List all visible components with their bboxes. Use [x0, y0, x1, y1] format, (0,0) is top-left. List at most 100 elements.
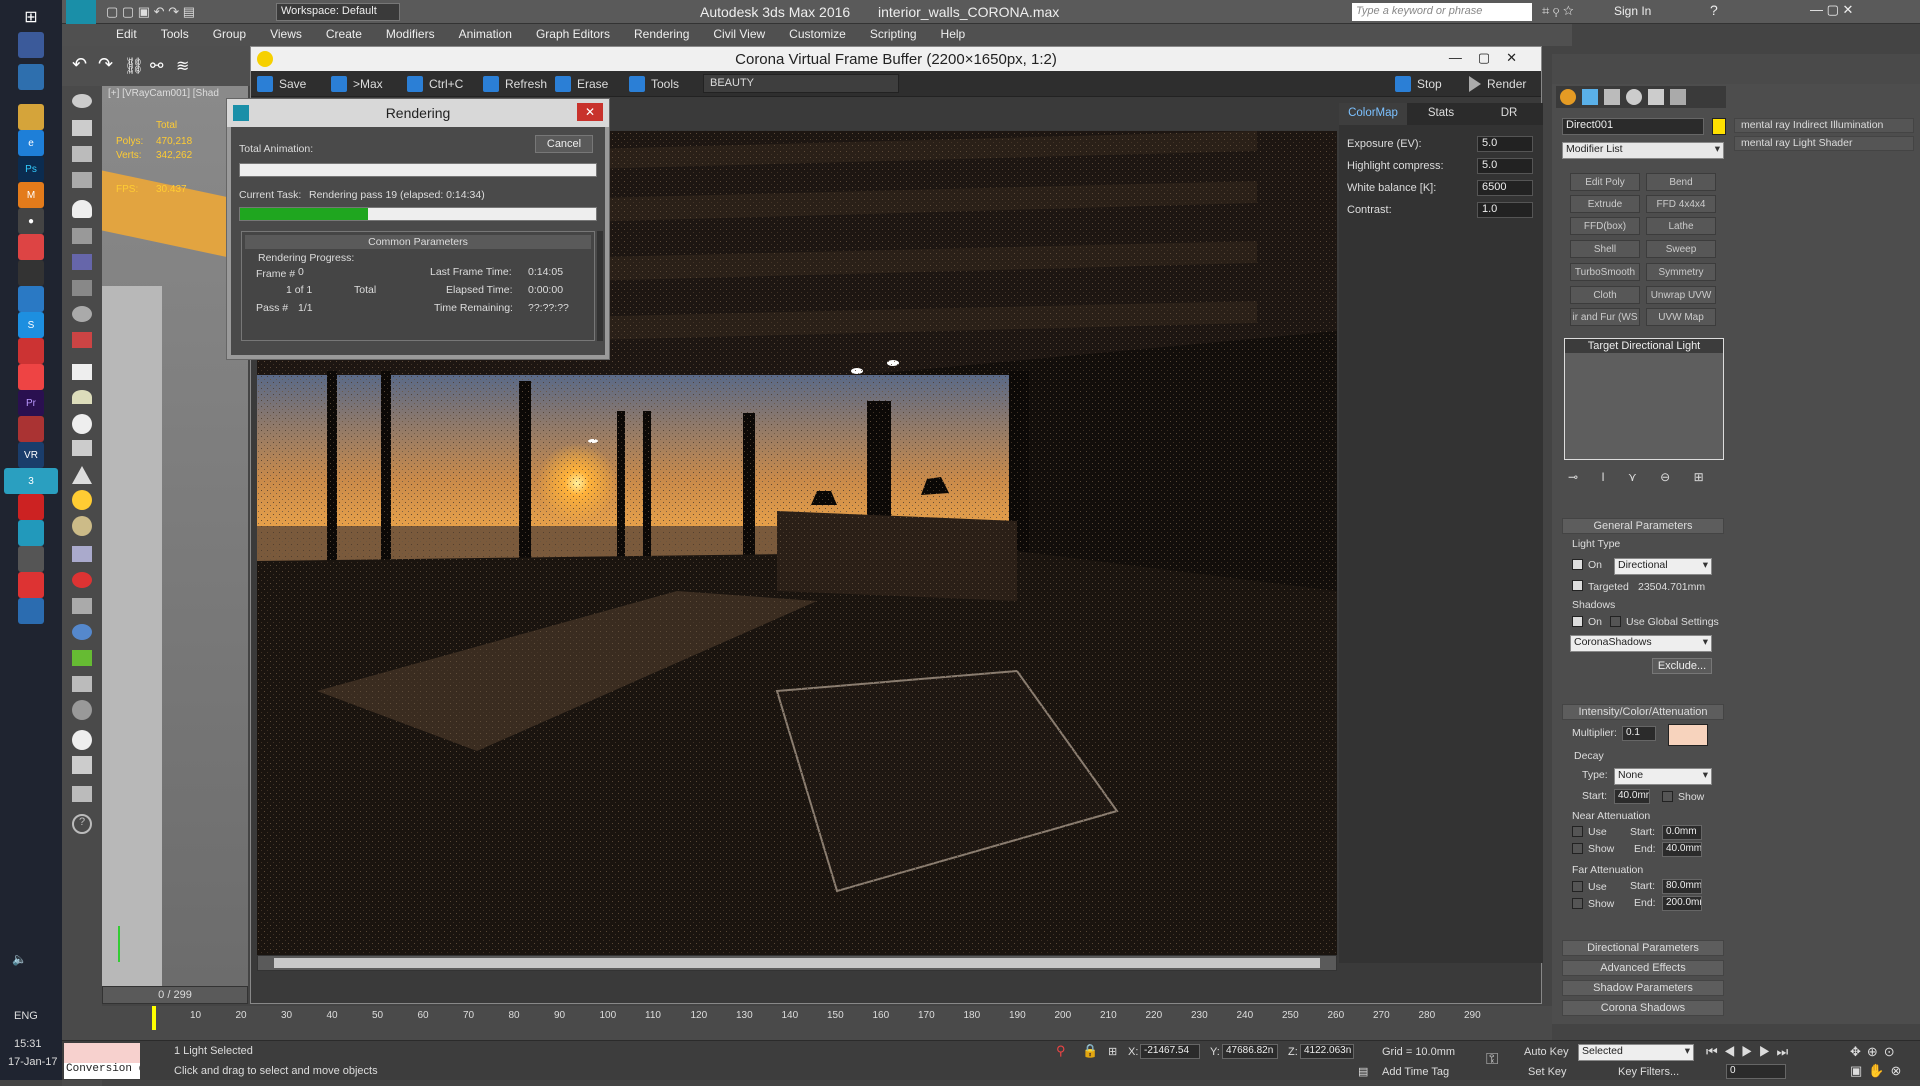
taskbar-app-icon[interactable]: [18, 364, 44, 390]
vray-icon[interactable]: VR: [18, 442, 44, 468]
absolute-mode-icon[interactable]: ⊞: [1108, 1045, 1117, 1058]
targeted-checkbox[interactable]: [1572, 580, 1583, 591]
sphere-icon[interactable]: [72, 516, 92, 536]
rollout-advanced-effects[interactable]: Advanced Effects: [1562, 960, 1724, 976]
tool-icon[interactable]: [72, 546, 92, 562]
refresh-button[interactable]: Refresh: [483, 75, 547, 93]
exclude-button[interactable]: Exclude...: [1652, 658, 1712, 674]
undo-icon[interactable]: ↶: [72, 54, 87, 75]
stack-controls[interactable]: ⊸ I ⋎ ⊖ ⊞: [1568, 470, 1724, 486]
key-filters-button[interactable]: Key Filters...: [1618, 1066, 1679, 1078]
help-toolbar-icons[interactable]: ⌗ ⚲ ☆: [1542, 3, 1574, 19]
cone-icon[interactable]: [72, 466, 92, 484]
tool-icon[interactable]: [72, 572, 92, 588]
render-setup-icon[interactable]: [72, 120, 92, 136]
calculator-icon[interactable]: [72, 756, 92, 774]
vfb-window-controls[interactable]: —▢✕: [1449, 50, 1533, 66]
modifier-button[interactable]: Unwrap UVW: [1646, 286, 1716, 304]
decay-start-field[interactable]: 40.0mr: [1614, 789, 1650, 804]
language-indicator[interactable]: ENG: [14, 1010, 38, 1022]
tool-icon[interactable]: [72, 306, 92, 322]
sign-in-button[interactable]: Sign In: [1614, 4, 1651, 18]
redo-icon[interactable]: ↷: [98, 54, 113, 75]
taskbar-app-icon[interactable]: [18, 338, 44, 364]
far-show-checkbox[interactable]: [1572, 898, 1583, 909]
tab-stats[interactable]: Stats: [1407, 103, 1475, 125]
light-on-checkbox[interactable]: [1572, 559, 1583, 570]
contrast-field[interactable]: 1.0: [1477, 202, 1533, 218]
common-parameters-rollout[interactable]: Common Parameters: [245, 235, 591, 249]
dialog-scrollbar[interactable]: [597, 231, 603, 341]
time-tag-icon[interactable]: ▤: [1358, 1065, 1368, 1078]
rollout-intensity[interactable]: Intensity/Color/Attenuation: [1562, 704, 1724, 720]
menu-tools[interactable]: Tools: [161, 27, 189, 41]
far-start-field[interactable]: 80.0mm: [1662, 879, 1702, 894]
plane-icon[interactable]: [72, 364, 92, 380]
light-bulb-icon[interactable]: [72, 200, 92, 218]
decay-show-checkbox[interactable]: [1662, 791, 1673, 802]
lock-icon[interactable]: 🔒: [1082, 1043, 1098, 1059]
shadow-type-dropdown[interactable]: CoronaShadows: [1570, 635, 1712, 652]
decay-type-dropdown[interactable]: None: [1614, 768, 1712, 785]
taskbar-app-icon[interactable]: [18, 286, 44, 312]
taskbar-app-icon[interactable]: [18, 260, 44, 286]
key-icon[interactable]: ⚿: [1486, 1051, 1498, 1069]
light-type-dropdown[interactable]: Directional: [1614, 558, 1712, 575]
sphere-icon[interactable]: [72, 414, 92, 434]
rollout-corona-shadows[interactable]: Corona Shadows: [1562, 1000, 1724, 1016]
stack-item[interactable]: Target Directional Light: [1565, 339, 1723, 353]
menu-help[interactable]: Help: [941, 27, 966, 41]
key-set-dropdown[interactable]: Selected: [1578, 1044, 1694, 1061]
menu-scripting[interactable]: Scripting: [870, 27, 917, 41]
speaker-icon[interactable]: 🔈: [12, 952, 27, 966]
folder-icon[interactable]: [18, 104, 44, 130]
object-name-field[interactable]: Direct001: [1562, 118, 1704, 135]
menu-modifiers[interactable]: Modifiers: [386, 27, 435, 41]
erase-button[interactable]: Erase: [555, 75, 608, 93]
taskbar-app-icon[interactable]: [18, 572, 44, 598]
timeline[interactable]: 10 20 30 40 50 60 70 80 90 100 110 120 130 140 150 160 1…: [102, 1006, 1552, 1040]
rollout-mr-light-shader[interactable]: mental ray Light Shader: [1734, 136, 1914, 151]
menu-edit[interactable]: Edit: [116, 27, 137, 41]
menu-group[interactable]: Group: [213, 27, 246, 41]
modifier-stack[interactable]: Target Directional Light: [1564, 338, 1724, 460]
photoshop-icon[interactable]: Ps: [18, 156, 44, 182]
isolate-icon[interactable]: ⚲: [1056, 1043, 1066, 1059]
taskbar-app-icon[interactable]: [18, 416, 44, 442]
navigation-controls[interactable]: ✥⊕⊙: [1850, 1044, 1901, 1060]
create-tab-icon[interactable]: [1560, 89, 1576, 105]
tool-icon[interactable]: [72, 228, 92, 244]
save-button[interactable]: Save: [257, 75, 306, 93]
taskbar-app-icon[interactable]: [18, 520, 44, 546]
utilities-tab-icon[interactable]: [1670, 89, 1686, 105]
horizontal-scrollbar[interactable]: [257, 955, 1337, 971]
use-global-checkbox[interactable]: [1610, 616, 1621, 627]
workspace-dropdown[interactable]: Workspace: Default: [276, 3, 400, 21]
cancel-button[interactable]: Cancel: [535, 135, 593, 153]
unlink-icon[interactable]: ⚯: [150, 56, 163, 76]
viewport-label[interactable]: [+] [VRayCam001] [Shad: [108, 88, 219, 99]
dome-icon[interactable]: [72, 390, 92, 404]
teapot-icon[interactable]: [72, 94, 92, 108]
object-color-swatch[interactable]: [1712, 118, 1726, 135]
modifier-button[interactable]: Lathe: [1646, 217, 1716, 235]
near-start-field[interactable]: 0.0mm: [1662, 825, 1702, 840]
bind-spacewarp-icon[interactable]: ≋: [176, 56, 189, 76]
menu-civil-view[interactable]: Civil View: [713, 27, 765, 41]
copy-button[interactable]: Ctrl+C: [407, 75, 463, 93]
3dsmax-taskbar-icon[interactable]: 3: [4, 468, 58, 494]
modifier-button[interactable]: Edit Poly: [1570, 173, 1640, 191]
far-end-field[interactable]: 200.0mr: [1662, 896, 1702, 911]
render-element-dropdown[interactable]: BEAUTY: [703, 74, 899, 93]
rollout-general-parameters[interactable]: General Parameters: [1562, 518, 1724, 534]
y-coordinate-field[interactable]: 47686.82n: [1222, 1044, 1278, 1059]
search-input[interactable]: Type a keyword or phrase: [1352, 3, 1532, 21]
set-key-button[interactable]: Set Key: [1528, 1066, 1567, 1078]
near-show-checkbox[interactable]: [1572, 843, 1583, 854]
auto-key-button[interactable]: Auto Key: [1524, 1046, 1569, 1058]
shadows-on-checkbox[interactable]: [1572, 616, 1583, 627]
modifier-button[interactable]: Cloth: [1570, 286, 1640, 304]
add-time-tag[interactable]: Add Time Tag: [1382, 1066, 1449, 1078]
motion-tab-icon[interactable]: [1626, 89, 1642, 105]
tool-icon[interactable]: [72, 786, 92, 802]
